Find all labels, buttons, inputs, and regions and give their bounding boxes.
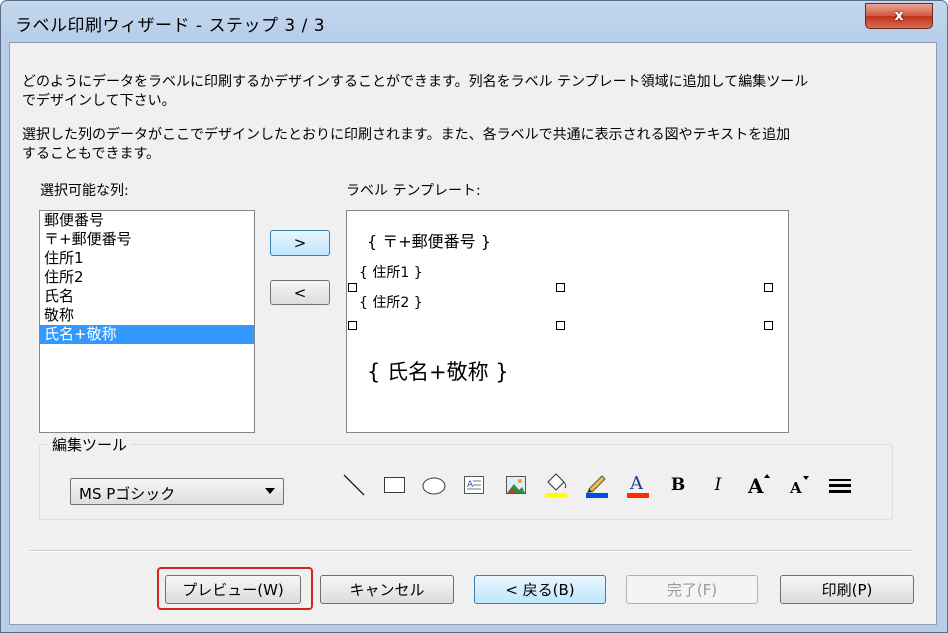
columns-label: 選択可能な列:	[40, 183, 129, 199]
remove-column-button[interactable]: <	[270, 280, 330, 305]
template-field-address1[interactable]: { 住所1 }	[359, 262, 423, 282]
close-button[interactable]: x	[865, 3, 933, 29]
list-item[interactable]: 氏名	[40, 287, 254, 306]
list-item[interactable]: 住所1	[40, 249, 254, 268]
title-bar[interactable]: ラベル印刷ウィザード - ステップ 3 / 3 x	[1, 1, 947, 43]
text-box-icon[interactable]: A	[459, 470, 489, 500]
svg-text:A: A	[747, 474, 764, 498]
line-icon[interactable]	[339, 470, 369, 500]
preview-button[interactable]: プレビュー(W)	[165, 575, 301, 604]
resize-handle[interactable]	[348, 283, 357, 292]
add-column-button[interactable]: >	[270, 230, 330, 256]
description-line-3: 選択した列のデータがここでデザインしたとおりに印刷されます。また、各ラベルで共通…	[22, 127, 791, 143]
window-title: ラベル印刷ウィザード - ステップ 3 / 3	[15, 16, 326, 36]
resize-handle[interactable]	[556, 321, 565, 330]
description-line-2: でデザインして下さい。	[22, 93, 176, 109]
description-line-4: することもできます。	[22, 146, 161, 162]
template-field-postal[interactable]: { 〒+郵便番号 }	[367, 228, 491, 252]
chevron-down-icon	[265, 488, 275, 494]
cancel-button[interactable]: キャンセル	[320, 575, 454, 604]
bold-icon[interactable]: B	[663, 470, 693, 500]
rectangle-icon[interactable]	[379, 470, 409, 500]
label-template-area[interactable]: { 〒+郵便番号 } { 住所1 } { 住所2 } { 氏名+敬称 }	[346, 210, 789, 433]
template-field-name[interactable]: { 氏名+敬称 }	[367, 356, 509, 386]
resize-handle[interactable]	[556, 283, 565, 292]
resize-handle[interactable]	[764, 321, 773, 330]
font-color-icon[interactable]: A	[623, 470, 653, 500]
footer-divider	[30, 550, 912, 552]
columns-listbox[interactable]: 郵便番号 〒+郵便番号 住所1 住所2 氏名 敬称 氏名+敬称	[39, 210, 255, 433]
svg-text:A: A	[629, 473, 644, 494]
resize-handle[interactable]	[348, 321, 357, 330]
list-item-selected[interactable]: 氏名+敬称	[40, 325, 254, 344]
image-icon[interactable]	[501, 470, 531, 500]
font-select-value: MS Pゴシック	[79, 485, 176, 503]
list-item[interactable]: 住所2	[40, 268, 254, 287]
edit-tools-title: 編集ツール	[48, 434, 132, 455]
finish-button[interactable]: 完了(F)	[626, 575, 758, 604]
line-color-icon[interactable]	[582, 470, 612, 500]
close-icon: x	[894, 8, 904, 24]
svg-text:A: A	[789, 479, 802, 497]
list-item[interactable]: 郵便番号	[40, 211, 254, 230]
list-item[interactable]: 〒+郵便番号	[40, 230, 254, 249]
back-button[interactable]: < 戻る(B)	[474, 575, 606, 604]
line-weight-icon[interactable]	[825, 470, 855, 500]
description-line-1: どのようにデータをラベルに印刷するかデザインすることができます。列名をラベル テ…	[22, 74, 809, 90]
italic-icon[interactable]: I	[703, 470, 733, 500]
ellipse-icon[interactable]	[419, 470, 449, 500]
increase-font-icon[interactable]: A	[744, 470, 774, 500]
decrease-font-icon[interactable]: A	[785, 470, 815, 500]
print-button[interactable]: 印刷(P)	[780, 575, 914, 604]
template-field-address2[interactable]: { 住所2 }	[359, 292, 423, 312]
template-label: ラベル テンプレート:	[346, 183, 481, 199]
list-item[interactable]: 敬称	[40, 306, 254, 325]
fill-color-icon[interactable]	[541, 470, 571, 500]
resize-handle[interactable]	[764, 283, 773, 292]
font-select[interactable]: MS Pゴシック	[70, 478, 284, 505]
